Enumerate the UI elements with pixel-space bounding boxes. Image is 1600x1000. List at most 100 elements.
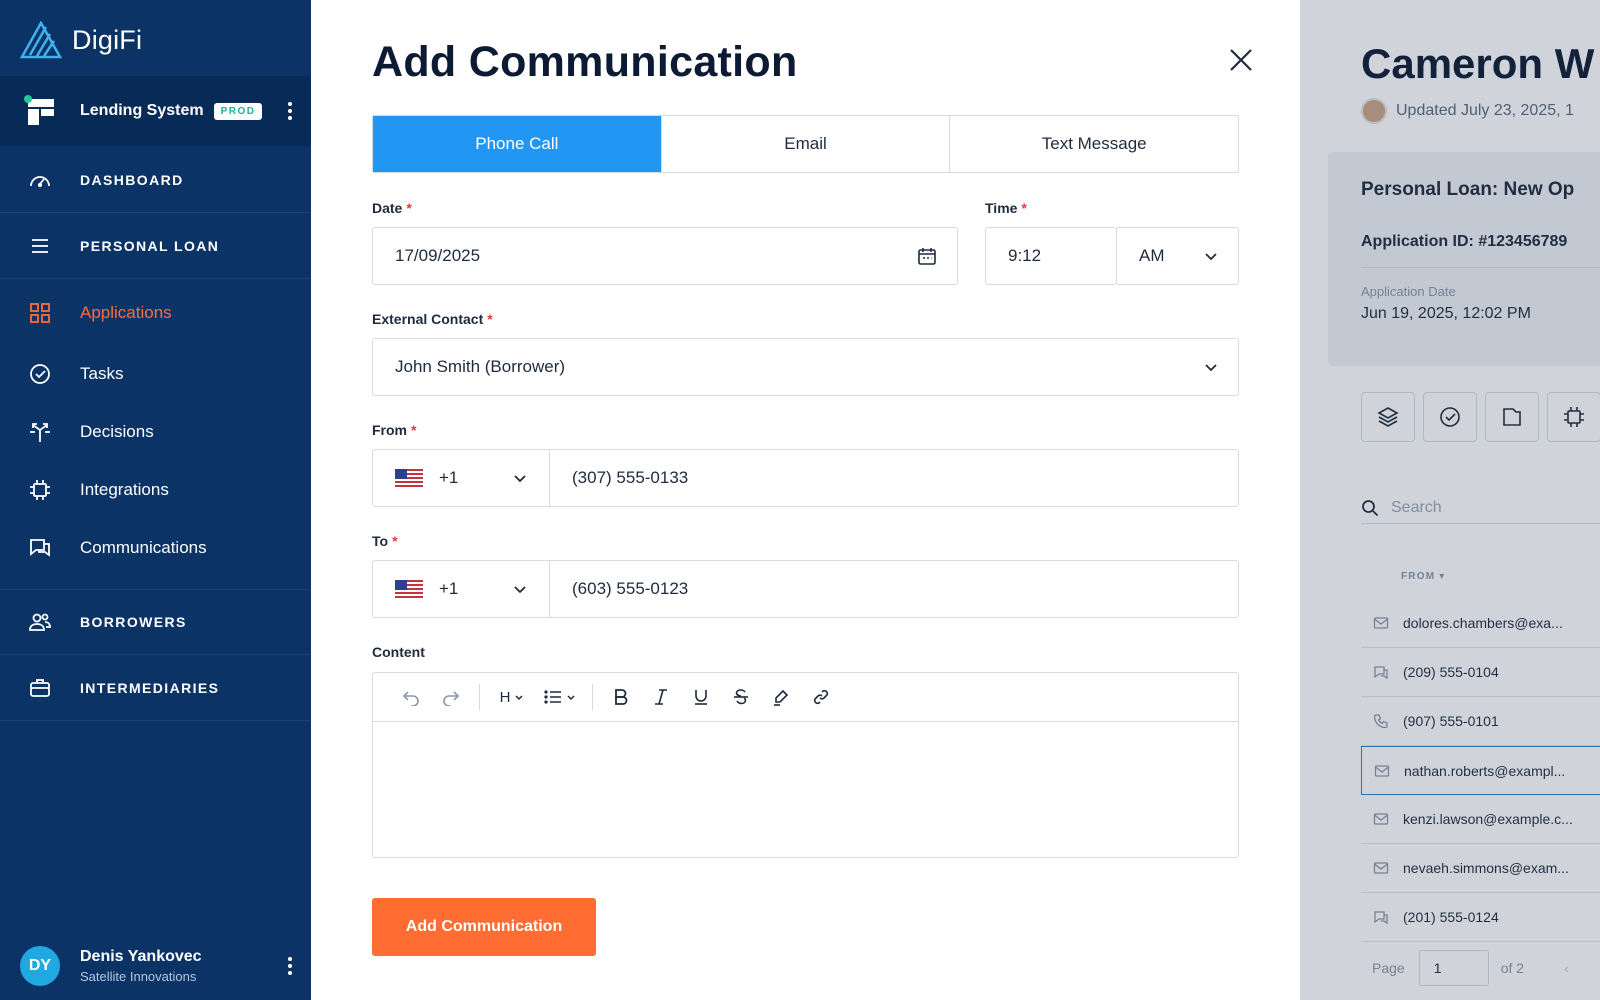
- link-icon[interactable]: [801, 681, 841, 713]
- chevron-down-icon: [1205, 253, 1217, 261]
- tab-phone-call[interactable]: Phone Call: [373, 116, 661, 172]
- application-card: Personal Loan: New Op Application ID: #1…: [1328, 152, 1600, 366]
- chevron-left-icon[interactable]: ‹: [1564, 960, 1569, 976]
- table-row[interactable]: nathan.roberts@exampl...: [1361, 746, 1600, 795]
- content-text-area[interactable]: [373, 722, 1238, 857]
- nav-personal-loan[interactable]: PERSONAL LOAN: [0, 213, 311, 279]
- from-country-code: +1: [439, 468, 459, 487]
- table-row[interactable]: nevaeh.simmons@exam...: [1361, 844, 1600, 893]
- chip-icon: [30, 480, 50, 500]
- nav-personal-loan-label: PERSONAL LOAN: [80, 237, 220, 254]
- sidebar-item-communications[interactable]: Communications: [0, 523, 311, 573]
- list-dropdown[interactable]: [536, 681, 584, 713]
- from-phone-input[interactable]: (307) 555-0133: [550, 468, 1238, 488]
- system-name: Lending System: [80, 102, 204, 119]
- sidebar: DigiFi Lending System PROD DASHBOARD PER…: [0, 0, 311, 1000]
- am-pm-value: AM: [1139, 246, 1165, 265]
- nav-intermediaries[interactable]: INTERMEDIARIES: [0, 655, 311, 721]
- redo-icon[interactable]: [431, 681, 471, 713]
- mail-icon: [1373, 617, 1389, 629]
- tab-email[interactable]: Email: [660, 116, 950, 172]
- nav-intermediaries-label: INTERMEDIARIES: [80, 679, 220, 696]
- date-value: 17/09/2025: [395, 246, 481, 265]
- row-from: dolores.chambers@exa...: [1403, 615, 1563, 631]
- application-id: Application ID: #123456789: [1361, 233, 1568, 250]
- chevron-down-icon: [567, 695, 575, 701]
- us-flag-icon: [395, 580, 423, 598]
- updated-text: Updated July 23, 2025, 1: [1396, 102, 1574, 119]
- nav-dashboard-label: DASHBOARD: [80, 171, 184, 188]
- avatar: [1361, 98, 1387, 124]
- system-menu-icon[interactable]: [280, 100, 300, 122]
- grid-icon: [30, 303, 50, 323]
- us-flag-icon: [395, 469, 423, 487]
- phone-icon: [1373, 714, 1388, 729]
- add-communication-button[interactable]: Add Communication: [372, 898, 596, 956]
- tab-text-message[interactable]: Text Message: [949, 116, 1238, 172]
- external-contact-value: John Smith (Borrower): [395, 357, 566, 376]
- search-icon: [1362, 499, 1379, 516]
- sidebar-item-label: Decisions: [80, 422, 154, 441]
- am-pm-select[interactable]: AM: [1116, 227, 1239, 285]
- nav-dashboard[interactable]: DASHBOARD: [0, 147, 311, 213]
- layers-button[interactable]: [1361, 392, 1415, 442]
- tasks-button[interactable]: [1423, 392, 1477, 442]
- highlight-icon[interactable]: [761, 681, 801, 713]
- user-menu-icon[interactable]: [280, 955, 300, 977]
- table-row[interactable]: (907) 555-0101: [1361, 697, 1600, 746]
- underline-icon[interactable]: [681, 681, 721, 713]
- editor-toolbar: H: [373, 673, 1238, 722]
- date-input[interactable]: 17/09/2025: [372, 227, 958, 285]
- page-total: of 2: [1500, 960, 1525, 976]
- chevron-down-icon: [514, 475, 526, 483]
- time-label: Time *: [985, 200, 1027, 216]
- mail-icon: [1374, 764, 1390, 777]
- nav-borrowers[interactable]: BORROWERS: [0, 589, 311, 655]
- user-profile[interactable]: DY Denis Yankovec Satellite Innovations: [0, 940, 311, 992]
- updated-info: Updated July 23, 2025, 1: [1361, 98, 1574, 124]
- time-input[interactable]: 9:12: [985, 227, 1117, 285]
- sidebar-item-applications[interactable]: Applications: [0, 288, 311, 338]
- table-row[interactable]: kenzi.lawson@example.c...: [1361, 795, 1600, 844]
- chevron-down-icon: [1205, 364, 1217, 372]
- integrations-button[interactable]: [1547, 392, 1600, 442]
- close-icon[interactable]: [1225, 44, 1257, 76]
- from-country-code-select[interactable]: +1: [373, 450, 550, 506]
- content-editor: H: [372, 672, 1239, 858]
- chat-icon: [30, 539, 50, 557]
- undo-icon[interactable]: [391, 681, 431, 713]
- search-input[interactable]: Search: [1361, 492, 1600, 524]
- documents-button[interactable]: [1485, 392, 1539, 442]
- bold-icon[interactable]: [601, 681, 641, 713]
- system-switcher[interactable]: Lending System PROD: [0, 76, 311, 146]
- row-from: kenzi.lawson@example.c...: [1403, 811, 1573, 827]
- users-icon: [29, 613, 51, 631]
- application-date-label: Application Date: [1361, 284, 1456, 299]
- to-country-code-select[interactable]: +1: [373, 561, 550, 617]
- sidebar-item-tasks[interactable]: Tasks: [0, 349, 311, 399]
- table-row[interactable]: dolores.chambers@exa...: [1361, 599, 1600, 648]
- check-circle-icon: [30, 364, 50, 384]
- from-phone-field: +1 (307) 555-0133: [372, 449, 1239, 507]
- application-title: Personal Loan: New Op: [1361, 179, 1575, 200]
- calendar-icon[interactable]: [917, 246, 937, 266]
- table-row[interactable]: (209) 555-0104: [1361, 648, 1600, 697]
- heading-dropdown[interactable]: H: [488, 681, 536, 713]
- to-phone-field: +1 (603) 555-0123: [372, 560, 1239, 618]
- logo[interactable]: DigiFi: [20, 20, 142, 60]
- layers-icon: [1377, 407, 1399, 427]
- sidebar-item-decisions[interactable]: Decisions: [0, 407, 311, 457]
- add-communication-modal: Add Communication Phone Call Email Text …: [311, 0, 1300, 1000]
- external-contact-select[interactable]: John Smith (Borrower): [372, 338, 1239, 396]
- page-input[interactable]: 1: [1418, 950, 1489, 986]
- sidebar-item-integrations[interactable]: Integrations: [0, 465, 311, 515]
- table-row[interactable]: (201) 555-0124: [1361, 893, 1600, 942]
- italic-icon[interactable]: [641, 681, 681, 713]
- list-icon: [544, 690, 561, 704]
- to-phone-input[interactable]: (603) 555-0123: [550, 579, 1238, 599]
- avatar: DY: [20, 946, 60, 986]
- system-icon: [24, 95, 56, 127]
- mail-icon: [1373, 813, 1389, 825]
- strikethrough-icon[interactable]: [721, 681, 761, 713]
- column-header-from[interactable]: FROM ▾: [1401, 571, 1445, 582]
